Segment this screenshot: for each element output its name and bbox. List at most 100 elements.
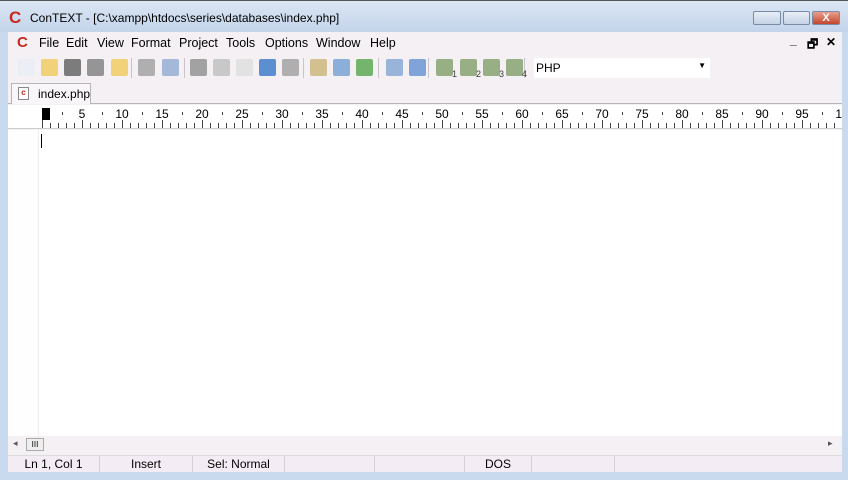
ruler-tick bbox=[122, 120, 123, 128]
user-command-2-icon[interactable]: 2 bbox=[460, 59, 481, 79]
menu-file[interactable]: File bbox=[39, 36, 59, 50]
ruler-tick bbox=[570, 123, 571, 128]
print-preview-icon[interactable] bbox=[162, 59, 179, 76]
ruler-label: 5 bbox=[78, 107, 86, 121]
new-file-icon[interactable] bbox=[18, 59, 35, 76]
mdi-close-button[interactable]: ✕ bbox=[826, 35, 836, 49]
ruler-label: 60 bbox=[515, 107, 529, 121]
ruler-dot bbox=[742, 112, 743, 115]
ruler-tick bbox=[778, 123, 779, 128]
copy-icon[interactable] bbox=[213, 59, 230, 76]
ruler-dot bbox=[582, 112, 583, 115]
menu-format[interactable]: Format bbox=[131, 36, 171, 50]
ruler-tick bbox=[298, 123, 299, 128]
open-file-icon[interactable] bbox=[41, 59, 58, 76]
ruler-label: 40 bbox=[355, 107, 369, 121]
document-menu-icon[interactable]: C bbox=[17, 34, 28, 51]
tab-bar: c index.php bbox=[8, 82, 842, 104]
save-all-icon[interactable] bbox=[87, 59, 104, 76]
ruler-label: 10 bbox=[835, 107, 842, 121]
status-blank-3 bbox=[532, 456, 615, 473]
ruler-tick bbox=[770, 123, 771, 128]
ruler-marker[interactable] bbox=[42, 108, 50, 120]
tab-index-php[interactable]: c index.php bbox=[11, 83, 91, 104]
status-bar: Ln 1, Col 1 Insert Sel: Normal DOS bbox=[8, 455, 842, 473]
horizontal-scrollbar[interactable]: ◂ III ▸ bbox=[8, 436, 842, 453]
paste-icon[interactable] bbox=[236, 59, 253, 76]
ruler-tick bbox=[498, 123, 499, 128]
print-icon[interactable] bbox=[138, 59, 155, 76]
tools-icon[interactable] bbox=[409, 59, 426, 76]
ruler-tick bbox=[538, 123, 539, 128]
menu-options[interactable]: Options bbox=[265, 36, 308, 50]
ruler-tick bbox=[130, 123, 131, 128]
ruler-dot bbox=[382, 112, 383, 115]
menu-window[interactable]: Window bbox=[316, 36, 360, 50]
ruler-label: 35 bbox=[315, 107, 329, 121]
ruler-tick bbox=[642, 120, 643, 128]
menu-project[interactable]: Project bbox=[179, 36, 218, 50]
find-icon[interactable] bbox=[310, 59, 327, 76]
toolbar-separator bbox=[428, 58, 429, 78]
ruler-tick bbox=[562, 120, 563, 128]
ruler-tick bbox=[522, 120, 523, 128]
ruler-label: 10 bbox=[115, 107, 129, 121]
editor-area[interactable] bbox=[8, 130, 842, 436]
export-icon[interactable] bbox=[386, 59, 403, 76]
ruler-tick bbox=[650, 123, 651, 128]
ruler-tick bbox=[410, 123, 411, 128]
ruler-tick bbox=[330, 123, 331, 128]
user-command-4-icon[interactable]: 4 bbox=[506, 59, 527, 79]
ruler-tick bbox=[114, 123, 115, 128]
status-blank-4 bbox=[615, 456, 842, 473]
ruler-dot bbox=[102, 112, 103, 115]
find-next-icon[interactable] bbox=[333, 59, 350, 76]
menu-bar: C File Edit View Format Project Tools Op… bbox=[8, 32, 842, 54]
open-folder-icon[interactable] bbox=[111, 59, 128, 76]
ruler-dot bbox=[662, 112, 663, 115]
mdi-restore-button[interactable]: 🗗 bbox=[807, 35, 818, 56]
user-command-1-icon[interactable]: 1 bbox=[436, 59, 457, 79]
ruler-dot bbox=[542, 112, 543, 115]
status-position: Ln 1, Col 1 bbox=[8, 456, 100, 473]
menu-tools[interactable]: Tools bbox=[226, 36, 255, 50]
undo-icon[interactable] bbox=[259, 59, 276, 76]
highlighter-value: PHP bbox=[536, 61, 561, 75]
highlighter-select[interactable]: PHP ▼ bbox=[534, 58, 710, 78]
ruler-tick bbox=[722, 120, 723, 128]
replace-icon[interactable] bbox=[356, 59, 373, 76]
ruler-tick bbox=[194, 123, 195, 128]
toolbar-separator bbox=[131, 58, 132, 78]
ruler-label: 30 bbox=[275, 107, 289, 121]
ruler-tick bbox=[74, 123, 75, 128]
app-client: C File Edit View Format Project Tools Op… bbox=[8, 32, 842, 473]
menu-help[interactable]: Help bbox=[370, 36, 396, 50]
ruler-tick bbox=[378, 123, 379, 128]
menu-edit[interactable]: Edit bbox=[66, 36, 88, 50]
redo-icon[interactable] bbox=[282, 59, 299, 76]
minimize-button[interactable] bbox=[753, 11, 781, 25]
scroll-right-icon[interactable]: ▸ bbox=[828, 438, 833, 449]
scroll-thumb[interactable]: III bbox=[26, 438, 44, 451]
scroll-left-icon[interactable]: ◂ bbox=[13, 438, 18, 449]
ruler-tick bbox=[442, 120, 443, 128]
ruler-label: 20 bbox=[195, 107, 209, 121]
close-button[interactable]: X bbox=[812, 11, 840, 25]
cut-icon[interactable] bbox=[190, 59, 207, 76]
user-command-3-icon[interactable]: 3 bbox=[483, 59, 504, 79]
ruler-tick bbox=[554, 123, 555, 128]
ruler-dot bbox=[422, 112, 423, 115]
ruler-tick bbox=[202, 120, 203, 128]
text-caret bbox=[41, 134, 42, 148]
save-icon[interactable] bbox=[64, 59, 81, 76]
ruler-tick bbox=[394, 123, 395, 128]
mdi-minimize-button[interactable]: _ bbox=[790, 33, 797, 47]
maximize-button[interactable] bbox=[783, 11, 810, 25]
ruler-label: 55 bbox=[475, 107, 489, 121]
ruler-tick bbox=[402, 120, 403, 128]
ruler-tick bbox=[186, 123, 187, 128]
ruler-tick bbox=[178, 123, 179, 128]
ruler-tick bbox=[354, 123, 355, 128]
menu-view[interactable]: View bbox=[97, 36, 124, 50]
ruler-tick bbox=[818, 123, 819, 128]
